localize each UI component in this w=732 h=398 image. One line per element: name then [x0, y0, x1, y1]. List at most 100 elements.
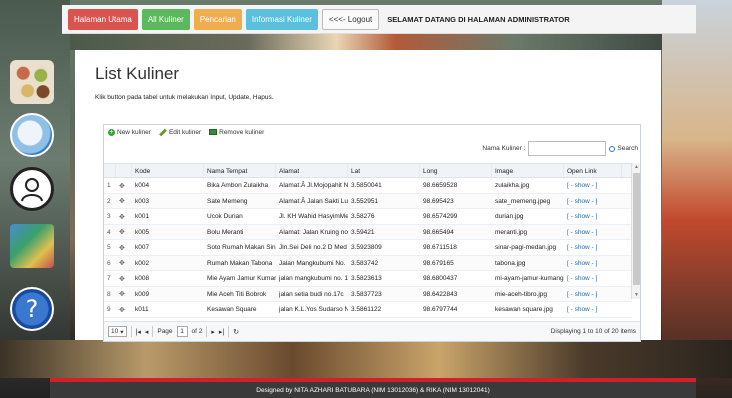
header-open-link[interactable]: Open Link	[564, 164, 622, 179]
user-avatar-icon[interactable]	[10, 167, 54, 211]
show-link[interactable]: [ - show - ]	[564, 302, 622, 317]
show-link[interactable]: [ - show - ]	[564, 178, 622, 193]
cell-kode: k003	[135, 197, 150, 205]
header-lat[interactable]: Lat	[348, 164, 420, 179]
header-nama-tempat[interactable]: Nama Tempat	[204, 164, 276, 179]
row-number: 7	[107, 275, 111, 282]
row-number: 9	[107, 306, 111, 313]
search-input[interactable]	[528, 141, 607, 156]
cell-kode: k002	[135, 259, 150, 267]
page-description: Klik button pada tabel untuk melakukan I…	[95, 94, 274, 101]
last-page-icon[interactable]: ▸|	[219, 328, 224, 336]
cell-nama-tempat: Rumah Makan Tabona	[207, 259, 273, 267]
map-globe-icon[interactable]	[10, 113, 54, 157]
show-link[interactable]: [ - show - ]	[564, 287, 622, 302]
move-handle-icon[interactable]: ✥	[116, 240, 132, 255]
search-bar: Nama Kuliner : Search	[482, 141, 640, 156]
pager-divider	[130, 326, 132, 337]
table-row[interactable]: 6 ✥ k002 Rumah Makan Tabona Jalan Mangku…	[104, 255, 632, 271]
cell-image: durian.jpg	[495, 213, 524, 220]
nav-all-kuliner-button[interactable]: All Kuliner	[141, 8, 190, 30]
chevron-down-icon: ▾	[120, 328, 124, 336]
remove-icon	[209, 129, 218, 135]
pager-divider	[206, 326, 208, 337]
move-handle-icon[interactable]: ✥	[116, 225, 132, 240]
nav-halaman-utama-button[interactable]: Halaman Utama	[68, 8, 138, 30]
header-long[interactable]: Long	[420, 164, 492, 179]
show-link[interactable]: [ - show - ]	[564, 256, 622, 271]
nav-pencarian-button[interactable]: Pencarian	[193, 8, 242, 30]
cell-kode: k004	[135, 182, 150, 189]
documents-icon[interactable]	[10, 224, 54, 268]
background-footer-image	[0, 340, 732, 378]
scroll-thumb[interactable]	[633, 173, 640, 285]
move-handle-icon[interactable]: ✥	[116, 302, 132, 317]
cell-lat: 3.5923809	[351, 244, 382, 251]
table-row[interactable]: 3 ✥ k001 Ucok Durian Jl. KH Wahid Hasyim…	[104, 209, 632, 225]
cell-long: 98.679165	[423, 259, 454, 267]
cell-long: 98.6797744	[423, 306, 458, 313]
cell-image: sate_memeng.jpeg	[495, 197, 551, 205]
scroll-down-arrow-icon[interactable]: ▼	[632, 291, 641, 299]
prev-page-icon[interactable]: ◂	[145, 328, 149, 336]
show-link[interactable]: [ - show - ]	[564, 225, 622, 240]
page-number-input[interactable]: 1	[176, 326, 188, 337]
show-link[interactable]: [ - show - ]	[564, 194, 622, 209]
move-handle-icon[interactable]: ✥	[116, 287, 132, 302]
show-link[interactable]: [ - show - ]	[564, 240, 622, 255]
cell-kode: k007	[135, 244, 150, 251]
header-image[interactable]: Image	[492, 164, 564, 179]
first-page-icon[interactable]: |◂	[136, 328, 141, 336]
cell-long: 98.695423	[423, 197, 454, 205]
table-scrollbar[interactable]: ▲ ▼	[631, 163, 640, 299]
nav-informasi-kuliner-button[interactable]: Informasi Kuliner	[245, 8, 318, 30]
table-row[interactable]: 9 ✥ k011 Kesawan Square jalan K.L.Yos Su…	[104, 302, 632, 318]
cell-nama-tempat: Ucok Durian	[207, 213, 243, 220]
show-link[interactable]: [ - show - ]	[564, 271, 622, 286]
pager-divider	[152, 326, 154, 337]
cell-image: tabona.jpg	[495, 259, 526, 267]
table-row[interactable]: 1 ✥ k004 Bika Ambon Zulaikha Alamat:Â Jl…	[104, 178, 632, 194]
cell-lat: 3.5837723	[351, 290, 382, 298]
refresh-icon[interactable]: ↻	[233, 328, 239, 336]
move-handle-icon[interactable]: ✥	[116, 271, 132, 286]
cell-kode: k001	[135, 213, 150, 220]
top-navigation: Halaman Utama All Kuliner Pencarian Info…	[62, 5, 696, 34]
table-row[interactable]: 4 ✥ k005 Bolu Meranti Alamat: Jalan Krui…	[104, 224, 632, 240]
edit-kuliner-label: Edit kuliner	[168, 128, 202, 136]
logout-button[interactable]: <<<- Logout	[321, 8, 380, 30]
displaying-info: Displaying 1 to 10 of 20 items	[550, 328, 636, 335]
header-kode[interactable]: Kode	[132, 164, 204, 179]
cell-long: 98.6659528	[423, 182, 458, 189]
show-link[interactable]: [ - show - ]	[564, 209, 622, 224]
scroll-up-arrow-icon[interactable]: ▲	[632, 163, 641, 171]
food-collage-icon[interactable]	[10, 60, 54, 104]
cell-lat: 3.5861122	[351, 306, 382, 313]
table-row[interactable]: 2 ✥ k003 Sate Memeng Alamat:Â Jalan Sakt…	[104, 193, 632, 209]
cell-alamat: Alamat:Â Jalan Sakti Lu	[279, 197, 348, 205]
search-button[interactable]: Search	[609, 145, 638, 152]
remove-kuliner-button[interactable]: Remove kuliner	[209, 129, 264, 136]
new-kuliner-label: New kuliner	[117, 128, 151, 136]
row-number: 4	[107, 228, 111, 236]
new-kuliner-button[interactable]: + New kuliner	[108, 128, 151, 136]
page-size-select[interactable]: 10 ▾	[108, 326, 127, 337]
pencil-icon	[159, 128, 167, 136]
move-handle-icon[interactable]: ✥	[116, 256, 132, 271]
move-handle-icon[interactable]: ✥	[116, 178, 132, 193]
cell-kode: k009	[135, 290, 150, 298]
edit-kuliner-button[interactable]: Edit kuliner	[159, 128, 202, 136]
row-number: 3	[107, 213, 111, 220]
table-row[interactable]: 7 ✥ k008 Mie Ayam Jamur Kumar jalan mang…	[104, 271, 632, 287]
table-row[interactable]: 8 ✥ k009 Mie Aceh Titi Bobrok jalan seti…	[104, 286, 632, 302]
table-row[interactable]: 5 ✥ k007 Soto Rumah Makan Sin Jln.Sei De…	[104, 240, 632, 256]
page-size-value: 10	[111, 328, 119, 335]
cell-alamat: jalan K.L.Yos Sudarso N	[279, 306, 348, 313]
row-number: 1	[107, 182, 111, 189]
header-alamat[interactable]: Alamat	[276, 164, 348, 179]
move-handle-icon[interactable]: ✥	[116, 209, 132, 224]
search-icon	[609, 145, 616, 152]
move-handle-icon[interactable]: ✥	[116, 194, 132, 209]
help-icon[interactable]: ?	[10, 287, 54, 331]
next-page-icon[interactable]: ▸	[211, 328, 215, 336]
